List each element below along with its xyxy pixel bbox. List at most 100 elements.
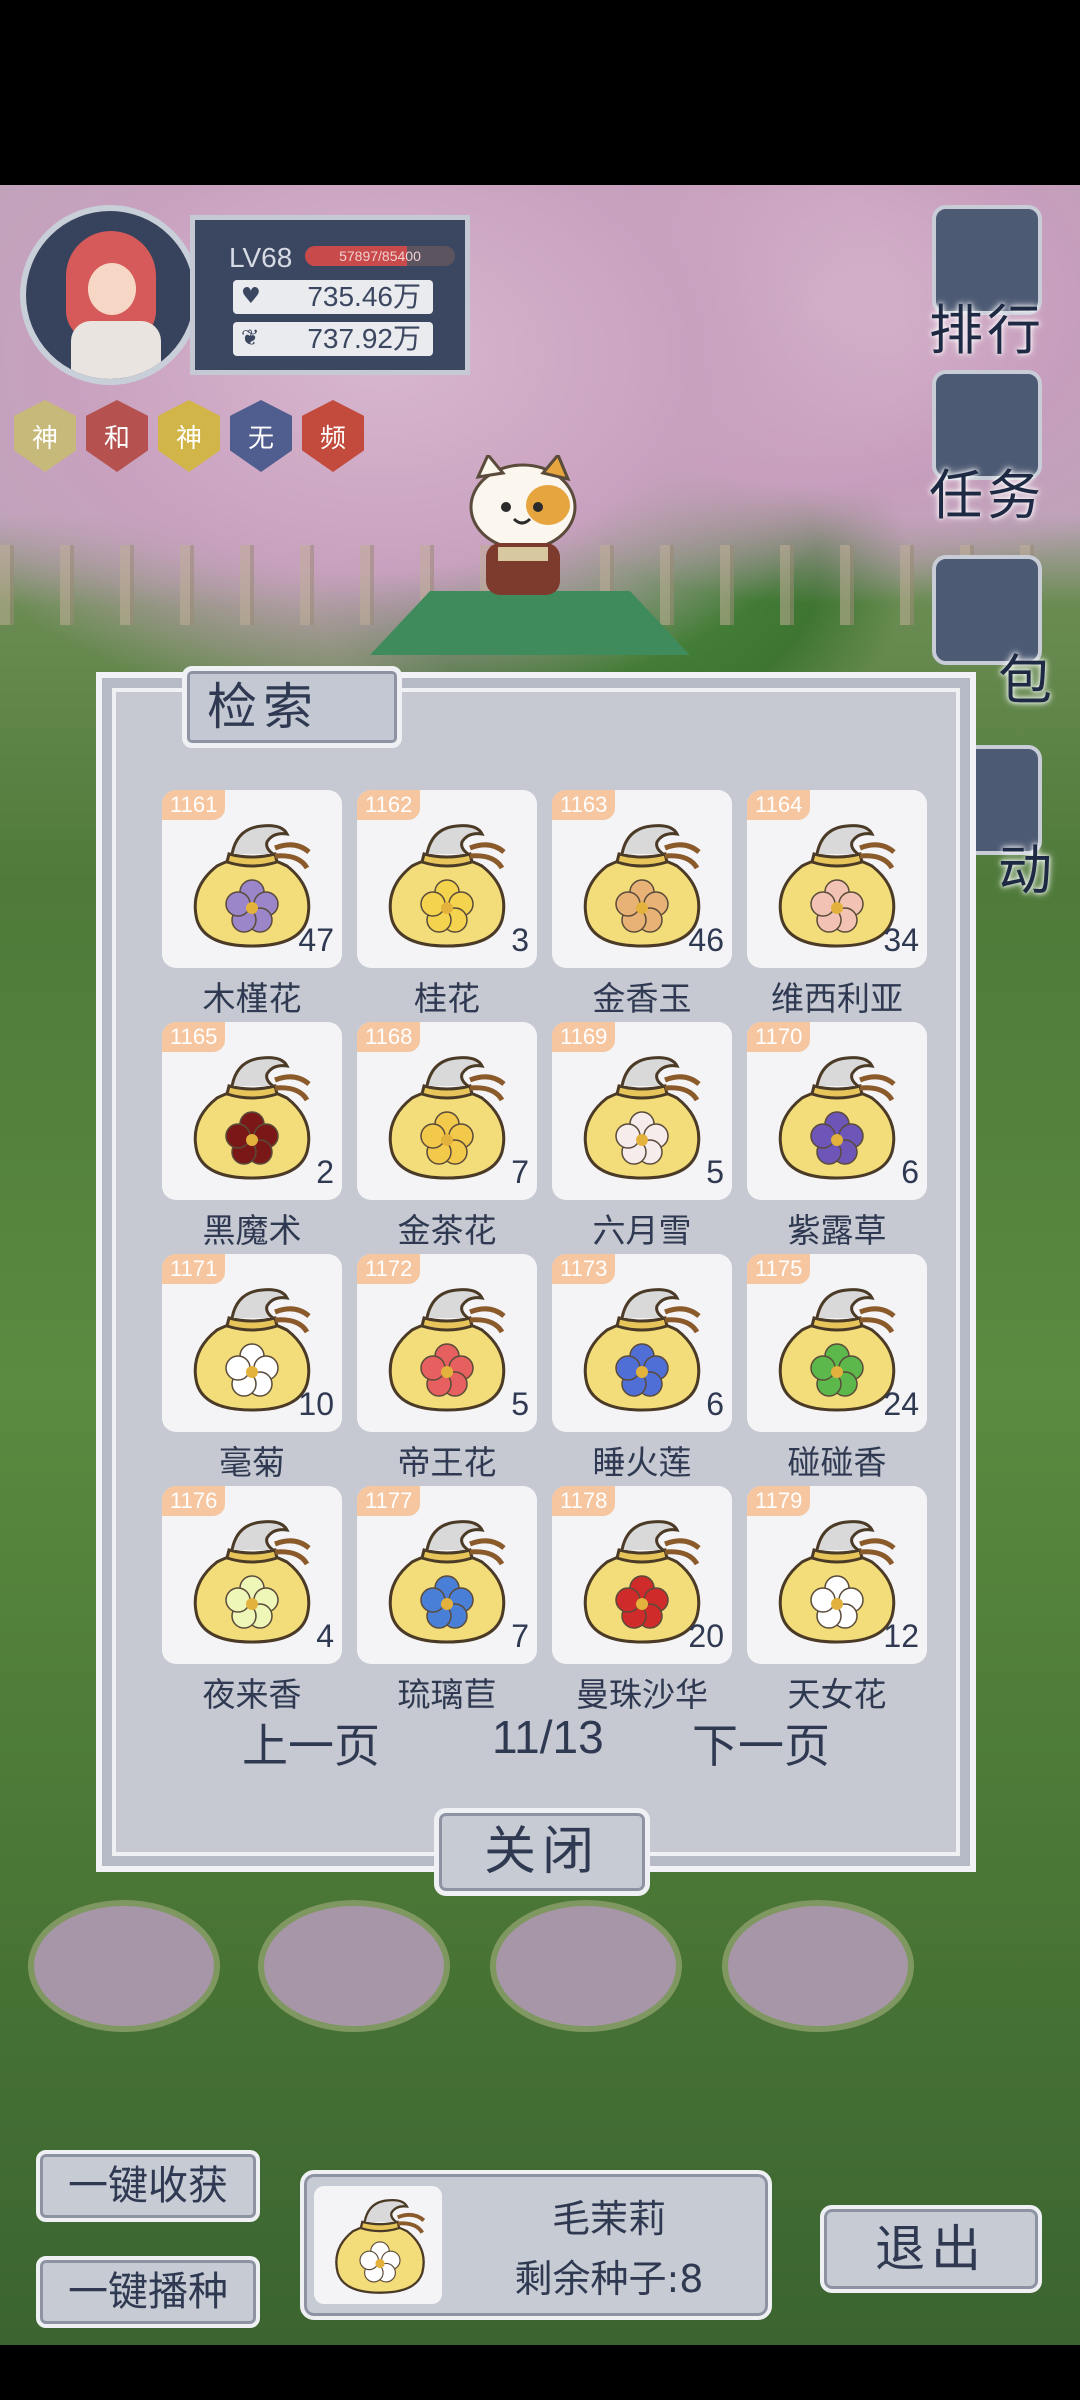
seed-item-name: 碰碰香 xyxy=(787,1443,887,1482)
seed-item-card[interactable]: 1162 3 桂花 xyxy=(357,790,537,1022)
seed-bag-icon xyxy=(388,824,506,948)
leaf-icon: ❦ xyxy=(241,326,260,351)
seed-bag-icon xyxy=(335,2198,426,2294)
task-button[interactable]: 任务 xyxy=(912,370,1062,540)
seed-item-id: 1171 xyxy=(162,1254,226,1284)
seed-item-name: 毫菊 xyxy=(219,1443,285,1482)
player-panel[interactable]: LV68 57897/85400 ♥ 735.46万 ❦ 737.92万 xyxy=(20,205,470,385)
selected-seed-remaining: 剩余种子:8 xyxy=(514,2257,704,2301)
seed-item-name: 帝王花 xyxy=(397,1443,497,1482)
avatar-body xyxy=(71,321,161,379)
harvest-all-button[interactable]: 一键收获 xyxy=(36,2150,260,2222)
cat-character xyxy=(469,455,577,595)
seed-item-id: 1169 xyxy=(552,1022,616,1052)
selected-seed-panel[interactable]: 毛茉莉 剩余种子:8 xyxy=(300,2170,772,2320)
seed-item-card[interactable]: 1178 20 曼珠沙华 xyxy=(552,1486,732,1718)
next-page-button[interactable]: 下一页 xyxy=(692,1710,830,1776)
seed-item-card[interactable]: 1172 5 帝王花 xyxy=(357,1254,537,1486)
seed-item-id: 1162 xyxy=(357,790,421,820)
exp-text: 57897/85400 xyxy=(339,248,421,264)
seed-item-quantity: 7 xyxy=(511,1154,529,1190)
seed-item-name: 曼珠沙华 xyxy=(576,1675,708,1714)
badge-label: 神 xyxy=(31,423,58,454)
exit-button[interactable]: 退出 xyxy=(820,2205,1042,2293)
seed-item-card[interactable]: 1179 12 天女花 xyxy=(747,1486,927,1718)
seed-item-card[interactable]: 1176 4 夜来香 xyxy=(162,1486,342,1718)
seed-item-tile: 1172 5 xyxy=(357,1254,537,1432)
seed-item-tile: 1164 34 xyxy=(747,790,927,968)
seed-item-id: 1172 xyxy=(357,1254,421,1284)
seed-bag-icon xyxy=(583,1288,701,1412)
seed-item-id: 1177 xyxy=(357,1486,421,1516)
seed-item-tile: 1178 20 xyxy=(552,1486,732,1664)
avatar-face xyxy=(88,263,136,315)
seed-item-tile: 1179 12 xyxy=(747,1486,927,1664)
seed-item-name: 夜来香 xyxy=(202,1675,302,1714)
seed-item-id: 1179 xyxy=(747,1486,811,1516)
rank-label: 排行 xyxy=(929,299,1045,362)
seed-item-tile: 1177 7 xyxy=(357,1486,537,1664)
seed-item-tile: 1175 24 xyxy=(747,1254,927,1432)
garden-plot[interactable] xyxy=(722,1900,914,2032)
garden-plot[interactable] xyxy=(258,1900,450,2032)
prev-page-button[interactable]: 上一页 xyxy=(242,1710,380,1776)
seed-item-tile: 1168 7 xyxy=(357,1022,537,1200)
seed-bag-icon xyxy=(388,1056,506,1180)
close-label: 关闭 xyxy=(483,1822,600,1882)
seed-item-tile: 1170 6 xyxy=(747,1022,927,1200)
navigation-bar xyxy=(0,2345,1080,2400)
exit-label: 退出 xyxy=(875,2220,987,2278)
seed-item-quantity: 6 xyxy=(706,1386,724,1422)
seed-item-tile: 1162 3 xyxy=(357,790,537,968)
seed-item-quantity: 12 xyxy=(883,1618,919,1654)
seed-item-quantity: 20 xyxy=(688,1618,724,1654)
garden-plot[interactable] xyxy=(490,1900,682,2032)
stat-value-1: 735.46万 xyxy=(307,281,421,312)
badge-label: 频 xyxy=(319,423,346,454)
task-label: 任务 xyxy=(929,464,1045,527)
seed-item-card[interactable]: 1165 2 黑魔术 xyxy=(162,1022,342,1254)
seed-item-card[interactable]: 1169 5 六月雪 xyxy=(552,1022,732,1254)
player-stats-box: LV68 57897/85400 ♥ 735.46万 ❦ 737.92万 xyxy=(190,215,470,375)
close-button[interactable]: 关闭 xyxy=(434,1808,650,1896)
harvest-all-label: 一键收获 xyxy=(68,2163,228,2209)
selected-seed-name: 毛茉莉 xyxy=(551,2197,666,2241)
seed-item-id: 1165 xyxy=(162,1022,226,1052)
seed-item-card[interactable]: 1173 6 睡火莲 xyxy=(552,1254,732,1486)
seed-item-card[interactable]: 1164 34 维西利亚 xyxy=(747,790,927,1022)
selected-seed-tile xyxy=(314,2186,442,2304)
seed-item-quantity: 10 xyxy=(298,1386,334,1422)
avatar[interactable] xyxy=(20,205,200,385)
search-dialog: 检索 1161 47 木槿花 1162 3 桂花 1163 46 金香玉 1164 34 维西利亚 11… xyxy=(96,666,976,1872)
seed-item-card[interactable]: 1171 10 毫菊 xyxy=(162,1254,342,1486)
seed-item-card[interactable]: 1175 24 碰碰香 xyxy=(747,1254,927,1486)
seed-item-card[interactable]: 1177 7 琉璃苣 xyxy=(357,1486,537,1718)
seed-item-tile: 1171 10 xyxy=(162,1254,342,1432)
seed-item-quantity: 24 xyxy=(883,1386,919,1422)
seed-item-name: 紫露草 xyxy=(787,1211,887,1250)
sow-all-label: 一键播种 xyxy=(68,2269,228,2315)
seed-item-name: 金香玉 xyxy=(592,979,692,1018)
seed-item-card[interactable]: 1161 47 木槿花 xyxy=(162,790,342,1022)
exp-bar: 57897/85400 xyxy=(305,246,455,266)
seed-item-name: 金茶花 xyxy=(397,1211,497,1250)
seed-item-name: 六月雪 xyxy=(592,1211,692,1250)
seed-bag-icon xyxy=(388,1288,506,1412)
sow-all-button[interactable]: 一键播种 xyxy=(36,2256,260,2328)
seed-item-name: 黑魔术 xyxy=(202,1211,302,1250)
garden-plot[interactable] xyxy=(28,1900,220,2032)
seed-item-card[interactable]: 1163 46 金香玉 xyxy=(552,790,732,1022)
seed-item-quantity: 5 xyxy=(511,1386,529,1422)
badge-label: 和 xyxy=(103,423,130,454)
seed-item-card[interactable]: 1170 6 紫露草 xyxy=(747,1022,927,1254)
seed-item-tile: 1165 2 xyxy=(162,1022,342,1200)
seed-item-id: 1178 xyxy=(552,1486,616,1516)
seed-item-id: 1176 xyxy=(162,1486,226,1516)
seed-bag-icon xyxy=(778,1056,896,1180)
seed-item-tile: 1173 6 xyxy=(552,1254,732,1432)
seed-item-quantity: 46 xyxy=(688,922,724,958)
rank-button[interactable]: 排行 xyxy=(912,205,1062,375)
stat-value-2: 737.92万 xyxy=(307,323,421,354)
seed-item-card[interactable]: 1168 7 金茶花 xyxy=(357,1022,537,1254)
seed-bag-icon xyxy=(193,1520,311,1644)
